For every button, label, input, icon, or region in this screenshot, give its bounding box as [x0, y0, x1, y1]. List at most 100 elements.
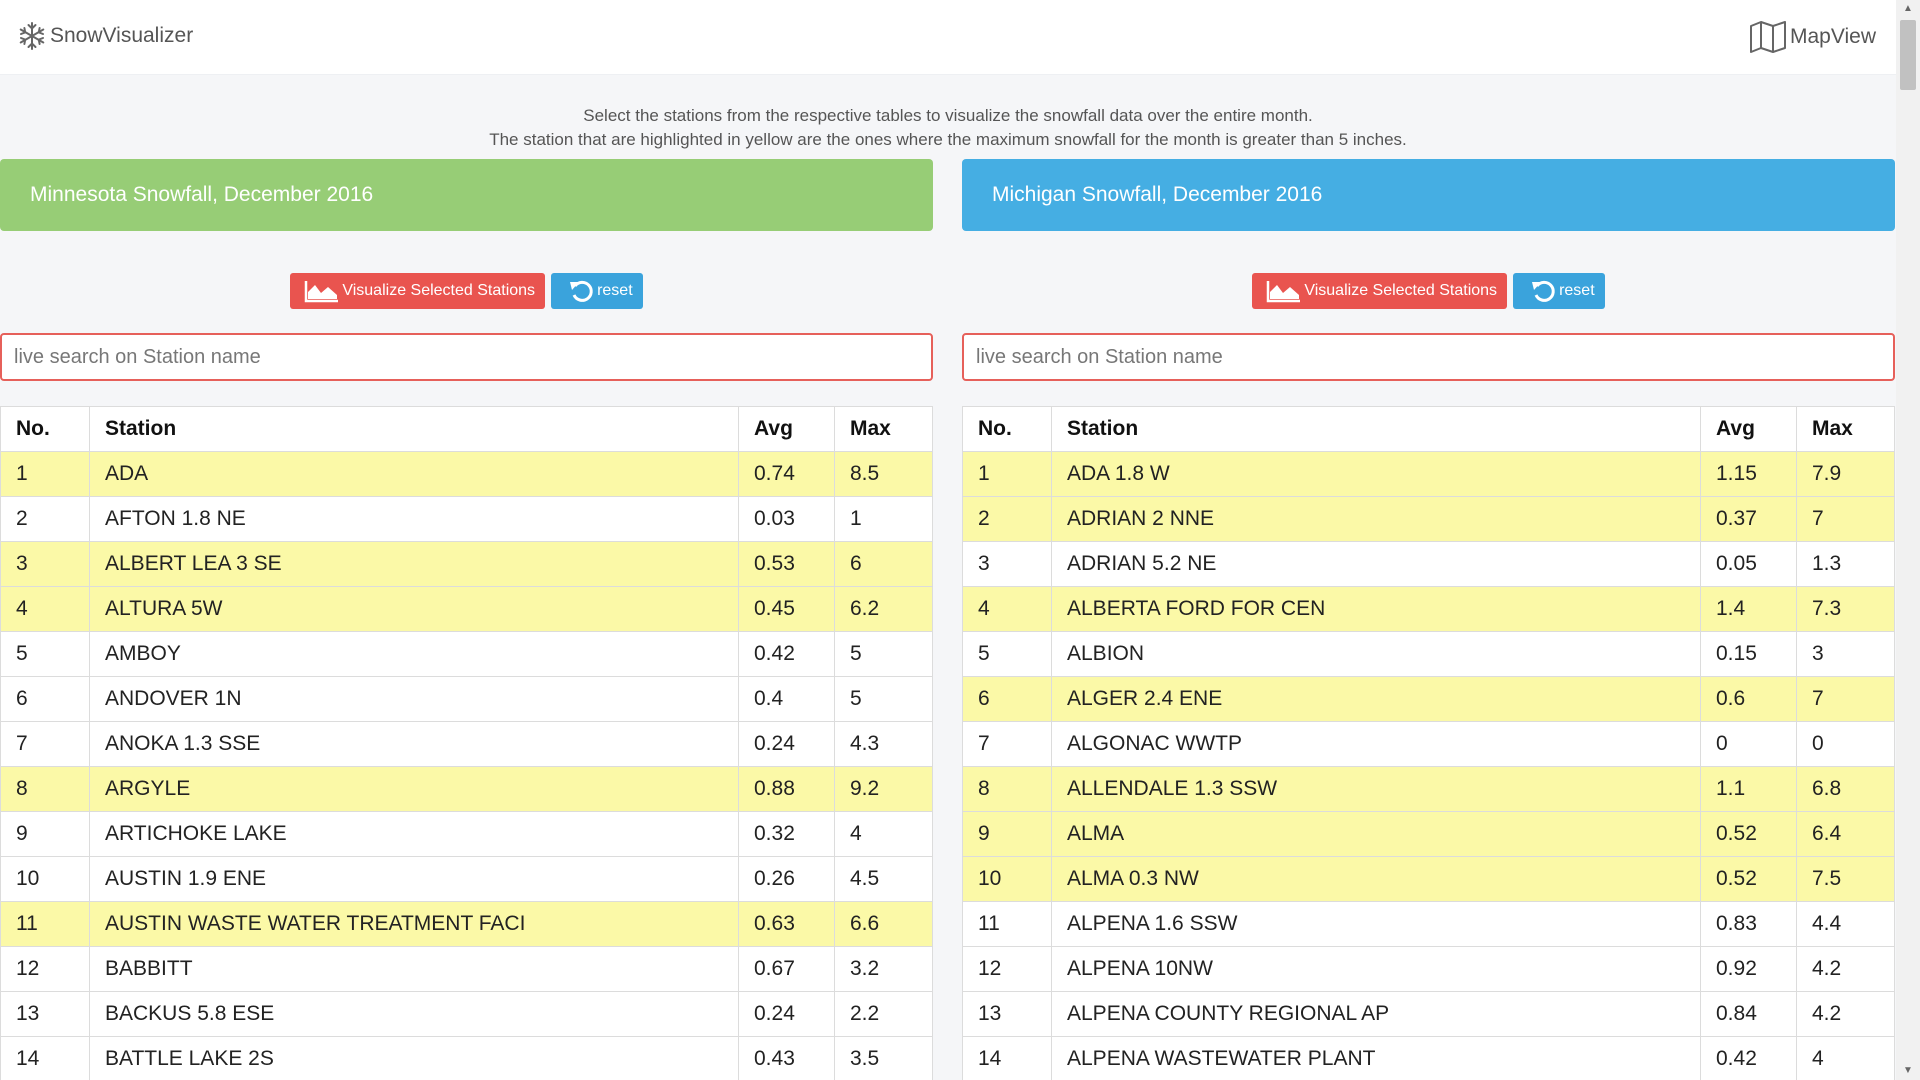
cell-station: AFTON 1.8 NE [89, 496, 739, 542]
cell-no: 2 [0, 496, 90, 542]
column-header-max[interactable]: Max [1796, 406, 1895, 452]
table-row[interactable]: 14 ALPENA WASTEWATER PLANT 0.42 4 [962, 1036, 1895, 1080]
cell-max: 4 [834, 811, 933, 857]
cell-no: 13 [962, 991, 1052, 1037]
table-row[interactable]: 2 AFTON 1.8 NE 0.03 1 [0, 496, 933, 542]
cell-no: 6 [0, 676, 90, 722]
column-header-no[interactable]: No. [0, 406, 90, 452]
cell-max: 3 [1796, 631, 1895, 677]
cell-max: 0 [1796, 721, 1895, 767]
cell-station: ALMA 0.3 NW [1051, 856, 1701, 902]
cell-station: BACKUS 5.8 ESE [89, 991, 739, 1037]
cell-station: ALPENA 10NW [1051, 946, 1701, 992]
table-row[interactable]: 2 ADRIAN 2 NNE 0.37 7 [962, 496, 1895, 542]
table-row[interactable]: 4 ALTURA 5W 0.45 6.2 [0, 586, 933, 632]
cell-station: ADRIAN 5.2 NE [1051, 541, 1701, 587]
cell-avg: 0.52 [1700, 811, 1797, 857]
cell-max: 4.3 [834, 721, 933, 767]
cell-max: 9.2 [834, 766, 933, 812]
cell-max: 7.9 [1796, 451, 1895, 497]
table-body: 1 ADA 0.74 8.5 2 AFTON 1.8 NE 0.03 1 3 ALBERT LEA… [0, 451, 933, 1080]
cell-max: 6.4 [1796, 811, 1895, 857]
page-scrollbar[interactable]: ▲ ▼ [1896, 0, 1920, 1080]
table-row[interactable]: 13 ALPENA COUNTY REGIONAL AP 0.84 4.2 [962, 991, 1895, 1037]
map-icon [1748, 20, 1788, 54]
table-row[interactable]: 7 ALGONAC WWTP 0 0 [962, 721, 1895, 767]
cell-no: 8 [962, 766, 1052, 812]
table-row[interactable]: 5 ALBION 0.15 3 [962, 631, 1895, 677]
table-row[interactable]: 8 ALLENDALE 1.3 SSW 1.1 6.8 [962, 766, 1895, 812]
cell-max: 3.5 [834, 1036, 933, 1080]
cell-avg: 0.45 [738, 586, 835, 632]
mapview-link[interactable]: MapView [1748, 20, 1876, 54]
cell-max: 6.2 [834, 586, 933, 632]
table-row[interactable]: 8 ARGYLE 0.88 9.2 [0, 766, 933, 812]
scroll-up-icon[interactable]: ▲ [1896, 0, 1920, 18]
table-row[interactable]: 14 BATTLE LAKE 2S 0.43 3.5 [0, 1036, 933, 1080]
table-row[interactable]: 9 ARTICHOKE LAKE 0.32 4 [0, 811, 933, 857]
michigan-panel-header: Michigan Snowfall, December 2016 [962, 159, 1895, 231]
visualize-selected-button[interactable]: Visualize Selected Stations [1252, 273, 1508, 309]
table-row[interactable]: 3 ADRIAN 5.2 NE 0.05 1.3 [962, 541, 1895, 587]
table-row[interactable]: 6 ANDOVER 1N 0.4 5 [0, 676, 933, 722]
cell-no: 14 [0, 1036, 90, 1080]
cell-avg: 0 [1700, 721, 1797, 767]
visualize-selected-button[interactable]: Visualize Selected Stations [290, 273, 546, 309]
cell-max: 5 [834, 676, 933, 722]
column-header-station[interactable]: Station [1051, 406, 1701, 452]
cell-avg: 0.52 [1700, 856, 1797, 902]
cell-max: 6 [834, 541, 933, 587]
button-row: Visualize Selected Stations reset [962, 273, 1895, 309]
minnesota-panel-header: Minnesota Snowfall, December 2016 [0, 159, 933, 231]
brand-link[interactable]: SnowVisualizer [16, 20, 193, 52]
reset-button[interactable]: reset [551, 273, 643, 309]
cell-no: 14 [962, 1036, 1052, 1080]
scroll-down-icon[interactable]: ▼ [1896, 1062, 1920, 1080]
table-row[interactable]: 7 ANOKA 1.3 SSE 0.24 4.3 [0, 721, 933, 767]
table-row[interactable]: 1 ADA 0.74 8.5 [0, 451, 933, 497]
intro-text: Select the stations from the respective … [0, 104, 1896, 152]
table-row[interactable]: 12 ALPENA 10NW 0.92 4.2 [962, 946, 1895, 992]
cell-max: 8.5 [834, 451, 933, 497]
column-header-avg[interactable]: Avg [1700, 406, 1797, 452]
cell-avg: 0.92 [1700, 946, 1797, 992]
table-row[interactable]: 11 AUSTIN WASTE WATER TREATMENT FACI 0.63 6… [0, 901, 933, 947]
cell-max: 4.4 [1796, 901, 1895, 947]
cell-avg: 0.6 [1700, 676, 1797, 722]
table-row[interactable]: 4 ALBERTA FORD FOR CEN 1.4 7.3 [962, 586, 1895, 632]
table-row[interactable]: 6 ALGER 2.4 ENE 0.6 7 [962, 676, 1895, 722]
cell-avg: 0.63 [738, 901, 835, 947]
station-search-input[interactable] [0, 333, 933, 381]
table-row[interactable]: 1 ADA 1.8 W 1.15 7.9 [962, 451, 1895, 497]
table-row[interactable]: 13 BACKUS 5.8 ESE 0.24 2.2 [0, 991, 933, 1037]
table-row[interactable]: 9 ALMA 0.52 6.4 [962, 811, 1895, 857]
table-row[interactable]: 5 AMBOY 0.42 5 [0, 631, 933, 677]
cell-avg: 0.42 [738, 631, 835, 677]
reset-button[interactable]: reset [1513, 273, 1605, 309]
column-header-avg[interactable]: Avg [738, 406, 835, 452]
visualize-selected-label: Visualize Selected Stations [342, 282, 536, 299]
cell-avg: 0.42 [1700, 1036, 1797, 1080]
cell-station: ALPENA COUNTY REGIONAL AP [1051, 991, 1701, 1037]
cell-station: ANDOVER 1N [89, 676, 739, 722]
table-row[interactable]: 10 AUSTIN 1.9 ENE 0.26 4.5 [0, 856, 933, 902]
cell-avg: 0.32 [738, 811, 835, 857]
column-header-no[interactable]: No. [962, 406, 1052, 452]
cell-max: 7.5 [1796, 856, 1895, 902]
cell-no: 4 [0, 586, 90, 632]
table-row[interactable]: 3 ALBERT LEA 3 SE 0.53 6 [0, 541, 933, 587]
table-row[interactable]: 10 ALMA 0.3 NW 0.52 7.5 [962, 856, 1895, 902]
cell-no: 6 [962, 676, 1052, 722]
column-header-station[interactable]: Station [89, 406, 739, 452]
column-header-max[interactable]: Max [834, 406, 933, 452]
cell-no: 8 [0, 766, 90, 812]
cell-max: 6.8 [1796, 766, 1895, 812]
table-row[interactable]: 11 ALPENA 1.6 SSW 0.83 4.4 [962, 901, 1895, 947]
button-row: Visualize Selected Stations reset [0, 273, 933, 309]
area-chart-icon [304, 279, 340, 303]
cell-station: AUSTIN 1.9 ENE [89, 856, 739, 902]
cell-avg: 1.1 [1700, 766, 1797, 812]
station-search-input[interactable] [962, 333, 1895, 381]
table-row[interactable]: 12 BABBITT 0.67 3.2 [0, 946, 933, 992]
scroll-thumb[interactable] [1900, 20, 1916, 90]
